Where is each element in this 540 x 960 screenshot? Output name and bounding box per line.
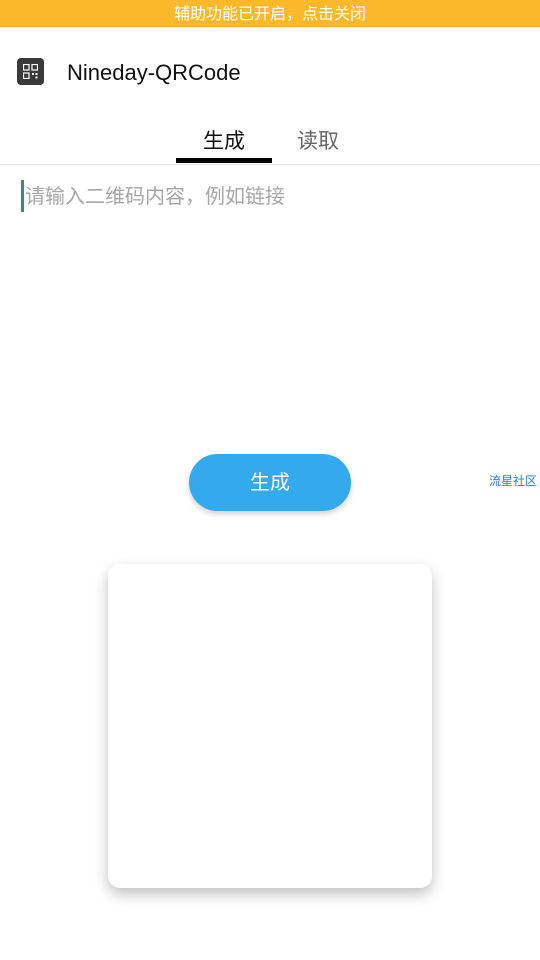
generate-button-label: 生成 [250, 470, 290, 494]
app-bar: Nineday-QRCode [0, 27, 540, 117]
qr-code-preview-card [108, 564, 432, 888]
qr-content-input-area[interactable] [0, 166, 540, 436]
tab-generate[interactable]: 生成 [176, 123, 272, 159]
generate-button[interactable]: 生成 [189, 454, 351, 511]
tab-bar: 生成 读取 [0, 117, 540, 165]
community-link[interactable]: 流星社区 [489, 472, 540, 490]
tab-read[interactable]: 读取 [270, 123, 366, 159]
accessibility-banner[interactable]: 辅助功能已开启，点击关闭 [0, 0, 540, 27]
qr-code-icon [17, 58, 44, 85]
accessibility-banner-text: 辅助功能已开启，点击关闭 [173, 4, 366, 23]
tab-indicator [176, 158, 272, 163]
text-cursor [21, 180, 24, 212]
app-title: Nineday-QRCode [67, 60, 241, 85]
qr-content-input[interactable] [25, 180, 525, 212]
